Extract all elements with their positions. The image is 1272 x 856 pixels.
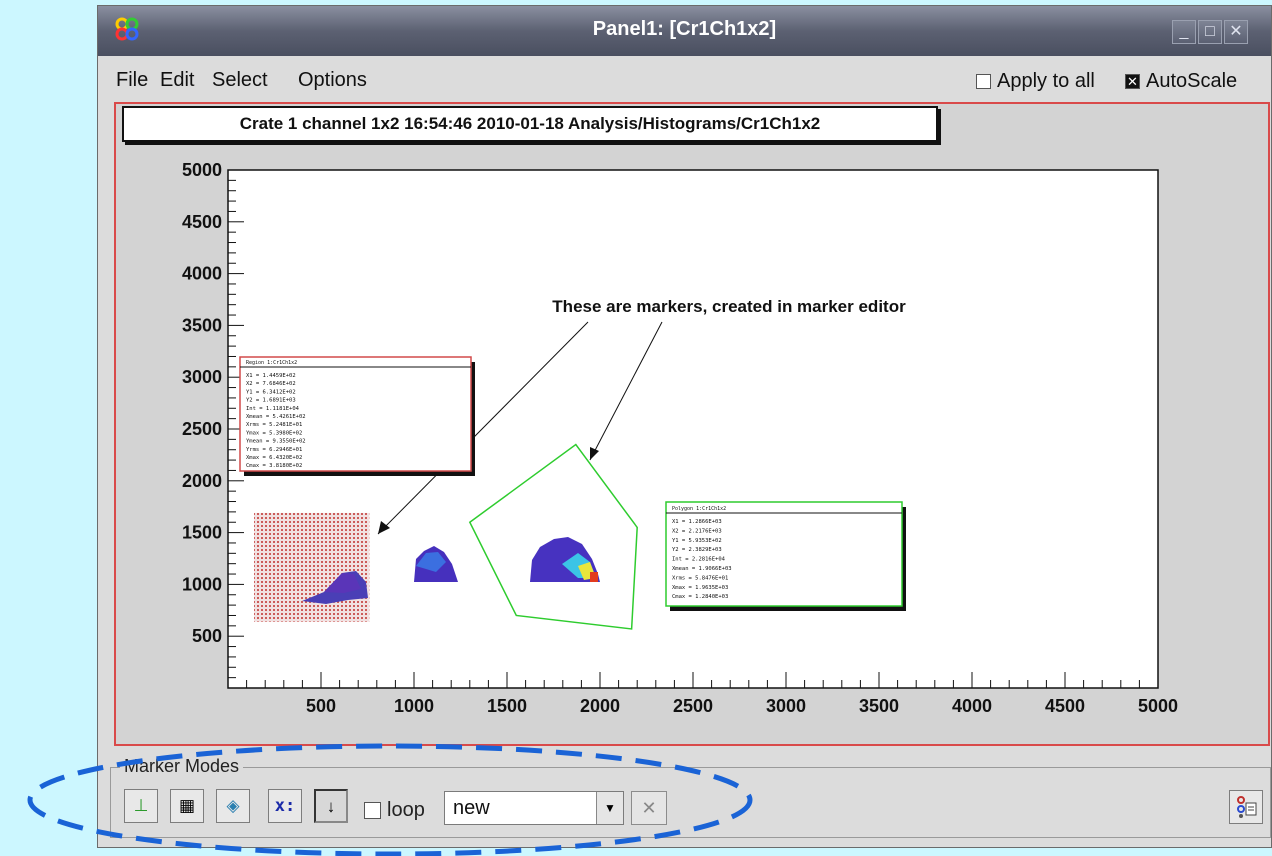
window-title: Panel1: [Cr1Ch1x2]: [592, 18, 777, 40]
histogram-canvas[interactable]: Crate 1 channel 1x2 16:54:46 2010-01-18 …: [114, 102, 1270, 746]
y-tick-label: 2000: [182, 471, 222, 491]
marker-list-button[interactable]: [1229, 790, 1263, 824]
stats-line: Y2 = 2.3829E+03: [672, 547, 722, 553]
stats-line: X2 = 7.6846E+02: [246, 381, 296, 387]
apply-to-all-label: Apply to all: [997, 70, 1095, 92]
polygon-stats-title: Polygon 1:Cr1Ch1x2: [672, 506, 726, 512]
x-tick-label: 3000: [766, 696, 806, 716]
stats-line: Y2 = 1.6891E+03: [246, 398, 296, 404]
chevron-down-icon[interactable]: ▼: [596, 792, 623, 824]
stats-line: Y1 = 6.3412E+02: [246, 389, 296, 395]
y-tick-label: 2500: [182, 419, 222, 439]
region-stats-box[interactable]: Region 1:Cr1Ch1x2 X1 = 1.4459E+02 X2 = 7.…: [239, 356, 475, 476]
region-stats-title: Region 1:Cr1Ch1x2: [246, 360, 297, 366]
menu-edit[interactable]: Edit: [160, 69, 194, 92]
marker-select-value: new: [453, 797, 490, 819]
marker-select[interactable]: new ▼: [444, 791, 624, 825]
x-tick-label: 5000: [1138, 696, 1178, 716]
cut-tool-button[interactable]: ⊥: [124, 789, 158, 823]
marker-list-icon: [1237, 796, 1257, 818]
menu-select[interactable]: Select: [212, 69, 268, 92]
y-tick-label: 1000: [182, 574, 222, 594]
stats-line: Int = 1.1181E+04: [246, 406, 300, 412]
stats-line: Xmax = 6.4320E+02: [246, 455, 302, 461]
menu-bar: File Edit Select Options: [98, 61, 1271, 101]
loop-label: loop: [387, 799, 425, 821]
stats-line: Yrms = 6.2946E+01: [246, 447, 302, 453]
polygon-stats-box[interactable]: Polygon 1:Cr1Ch1x2 X1 = 1.2866E+03 X2 = 2…: [665, 501, 906, 611]
stats-line: Xrms = 5.8476E+01: [672, 575, 728, 581]
x-tool-button[interactable]: x:: [268, 789, 302, 823]
autoscale-label: AutoScale: [1146, 70, 1238, 92]
x-tick-label: 1000: [394, 696, 434, 716]
x-tick-label: 4000: [952, 696, 992, 716]
x-tick-label: 3500: [859, 696, 899, 716]
y-tick-label: 4000: [182, 264, 222, 284]
polygon-tool-button[interactable]: ◈: [216, 789, 250, 823]
menu-file[interactable]: File: [116, 69, 148, 92]
y-tick-label: 5000: [182, 160, 222, 180]
stats-line: X1 = 1.2866E+03: [672, 519, 722, 525]
marker-modes-label: Marker Modes: [120, 756, 244, 777]
panel-window: Panel1: [Cr1Ch1x2] _ □ ✕ File Edit Selec…: [97, 5, 1272, 848]
menu-options[interactable]: Options: [298, 69, 367, 92]
apply-to-all-checkbox[interactable]: Apply to all: [976, 70, 1095, 93]
stats-line: Xmean = 1.9066E+03: [672, 566, 732, 572]
loop-box[interactable]: [364, 802, 381, 819]
stats-line: Ymax = 5.3980E+02: [246, 430, 302, 436]
x-tick-label: 2000: [580, 696, 620, 716]
y-tick-label: 1500: [182, 523, 222, 543]
stats-line: Y1 = 5.9353E+02: [672, 538, 722, 544]
apply-to-all-box[interactable]: [976, 74, 991, 89]
stats-line: X1 = 1.4459E+02: [246, 373, 296, 379]
stats-line: Xrms = 5.2481E+01: [246, 422, 302, 428]
region-marker[interactable]: [254, 512, 370, 622]
minimize-button[interactable]: _: [1172, 20, 1196, 44]
stats-line: Xmean = 5.4261E+02: [246, 414, 306, 420]
close-button[interactable]: ✕: [1224, 20, 1248, 44]
stats-line: Cmax = 3.8180E+02: [246, 463, 302, 469]
maximize-button[interactable]: □: [1198, 20, 1222, 44]
loop-checkbox[interactable]: loop: [364, 799, 425, 822]
region-tool-button[interactable]: ▦: [170, 789, 204, 823]
x-tick-label: 2500: [673, 696, 713, 716]
x-tick-label: 500: [306, 696, 336, 716]
y-tick-label: 500: [192, 626, 222, 646]
stats-line: Cmax = 1.2840E+03: [672, 594, 728, 600]
histogram-plot[interactable]: 500 1000 1500 2000 2500 3000 3500 4000 4500 5000 …: [116, 104, 1268, 744]
y-tick-label: 4500: [182, 212, 222, 232]
y-tick-label: 3000: [182, 367, 222, 387]
stats-line: Ymean = 9.3550E+02: [246, 439, 306, 445]
autoscale-checkbox[interactable]: ✕ AutoScale: [1125, 70, 1237, 93]
stats-line: X2 = 2.2176E+03: [672, 528, 722, 534]
y-tick-label: 3500: [182, 315, 222, 335]
x-tick-label: 4500: [1045, 696, 1085, 716]
annotation-label: These are markers, created in marker edi…: [552, 297, 906, 316]
title-bar[interactable]: Panel1: [Cr1Ch1x2] _ □ ✕: [98, 6, 1271, 56]
x-tick-label: 1500: [487, 696, 527, 716]
stats-line: Xmax = 1.9635E+03: [672, 585, 728, 591]
autoscale-box[interactable]: ✕: [1125, 74, 1140, 89]
clear-button[interactable]: ✕: [631, 791, 667, 825]
stats-line: Int = 2.2816E+04: [672, 557, 726, 563]
arrow-down-tool-button[interactable]: ↓: [314, 789, 348, 823]
